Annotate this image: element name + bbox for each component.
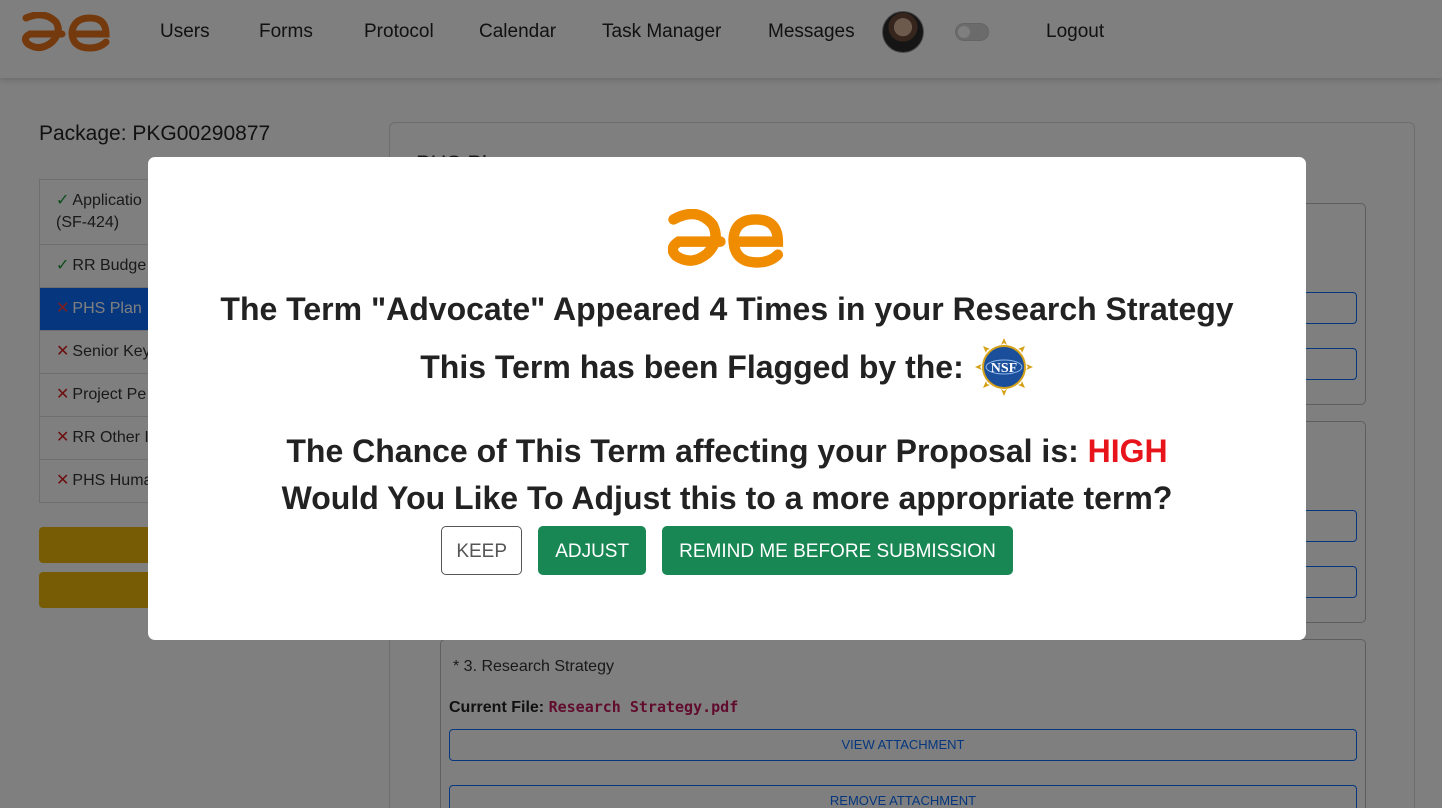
nsf-seal-icon: NSF xyxy=(974,338,1033,396)
dialog-question: Would You Like To Adjust this to a more … xyxy=(281,480,1173,516)
keep-button[interactable]: KEEP xyxy=(441,526,523,575)
risk-level: HIGH xyxy=(1087,433,1168,469)
brand-logo xyxy=(668,209,784,268)
dialog-risk-line: The Chance of This Term affecting your P… xyxy=(148,433,1306,470)
dialog-buttons: KEEP ADJUST REMIND ME BEFORE SUBMISSION xyxy=(148,526,1306,575)
flagged-by-text: This Term has been Flagged by the: xyxy=(420,348,964,385)
dialog-term-count: The Term "Advocate" Appeared 4 Times in … xyxy=(220,291,1234,327)
adjust-button[interactable]: ADJUST xyxy=(538,526,647,575)
dialog-flagged-by: This Term has been Flagged by the: NSF xyxy=(148,337,1306,397)
flagged-term-dialog: The Term "Advocate" Appeared 4 Times in … xyxy=(148,157,1306,640)
risk-prefix: The Chance of This Term affecting your P… xyxy=(286,433,1079,469)
nsf-seal-text: NSF xyxy=(991,361,1017,376)
remind-before-submission-button[interactable]: REMIND ME BEFORE SUBMISSION xyxy=(662,526,1013,575)
